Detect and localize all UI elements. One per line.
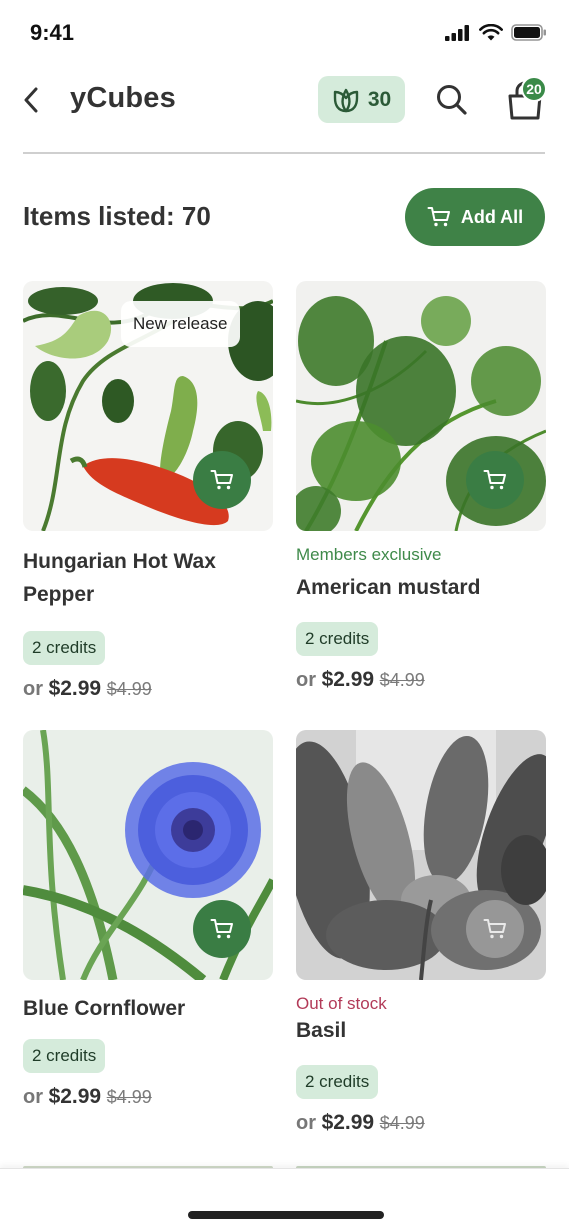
status-bar: 9:41 (0, 0, 569, 60)
credits-balance-button[interactable]: 30 (318, 76, 405, 123)
credits-badge: 2 credits (296, 622, 379, 656)
price-line: or $2.99 $4.99 (23, 677, 273, 701)
new-release-tag: New release (121, 301, 240, 347)
old-price: $4.99 (106, 679, 152, 699)
product-image (296, 730, 546, 980)
product-title: Basil (296, 1019, 347, 1042)
price-or: or (23, 1086, 43, 1108)
product-title: Blue Cornflower (23, 997, 186, 1020)
add-to-cart-button-disabled (466, 900, 524, 958)
product-title: American mustard (296, 576, 481, 599)
price-line: or $2.99 $4.99 (296, 1111, 546, 1135)
price: $2.99 (48, 677, 102, 700)
price: $2.99 (321, 668, 375, 691)
status-icons (445, 24, 547, 41)
search-button[interactable] (434, 82, 470, 118)
old-price: $4.99 (379, 670, 425, 690)
status-time: 9:41 (30, 20, 75, 45)
app-header: yCubes 30 (0, 60, 569, 152)
search-icon (437, 85, 467, 115)
battery-icon (511, 24, 546, 41)
out-of-stock-label: Out of stock (296, 994, 387, 1013)
cart-icon (483, 919, 506, 939)
price-or: or (296, 669, 316, 691)
product-image (23, 730, 273, 980)
product-image: New release (23, 281, 273, 531)
product-card[interactable]: Out of stock Basil 2 credits or $2.99 $4… (296, 730, 546, 1135)
wifi-icon (479, 24, 503, 41)
price: $2.99 (48, 1085, 102, 1108)
product-card[interactable]: Blue Cornflower 2 credits or $2.99 $4.99 (23, 730, 273, 1109)
price: $2.99 (321, 1111, 375, 1134)
members-exclusive-label: Members exclusive (296, 545, 442, 564)
add-to-cart-button[interactable] (193, 900, 251, 958)
price-or: or (296, 1112, 316, 1134)
cart-icon (210, 470, 233, 490)
add-to-cart-button[interactable] (466, 451, 524, 509)
add-all-label: Add All (460, 206, 524, 227)
cart-icon (483, 470, 506, 490)
home-indicator[interactable] (188, 1211, 384, 1219)
leaf-credit-icon (333, 88, 359, 112)
items-listed-count: Items listed: 70 (23, 201, 211, 231)
price-line: or $2.99 $4.99 (296, 668, 546, 692)
product-image (296, 281, 546, 531)
old-price: $4.99 (379, 1113, 425, 1133)
product-title: Hungarian Hot Wax Pepper (23, 550, 216, 606)
cart-icon (427, 207, 450, 227)
credits-count: 30 (367, 87, 392, 111)
add-to-cart-button[interactable] (193, 451, 251, 509)
page-title: yCubes (70, 82, 176, 114)
old-price: $4.99 (106, 1087, 152, 1107)
credits-badge: 2 credits (23, 1039, 106, 1073)
back-button[interactable] (16, 82, 46, 118)
back-chevron-icon (24, 87, 38, 113)
credits-badge: 2 credits (296, 1065, 379, 1099)
add-all-button[interactable]: Add All (405, 188, 545, 246)
header-divider (23, 152, 545, 154)
credits-badge: 2 credits (23, 631, 106, 665)
product-card[interactable]: New release Hungarian Hot Wax Pepper 2 c… (23, 281, 273, 701)
bottom-bar (0, 1168, 569, 1230)
signal-icon (445, 24, 469, 41)
price-or: or (23, 678, 43, 700)
cart-count-badge: 20 (521, 76, 547, 102)
product-card[interactable]: Members exclusive American mustard 2 cre… (296, 281, 546, 692)
cart-icon (210, 919, 233, 939)
price-line: or $2.99 $4.99 (23, 1085, 273, 1109)
